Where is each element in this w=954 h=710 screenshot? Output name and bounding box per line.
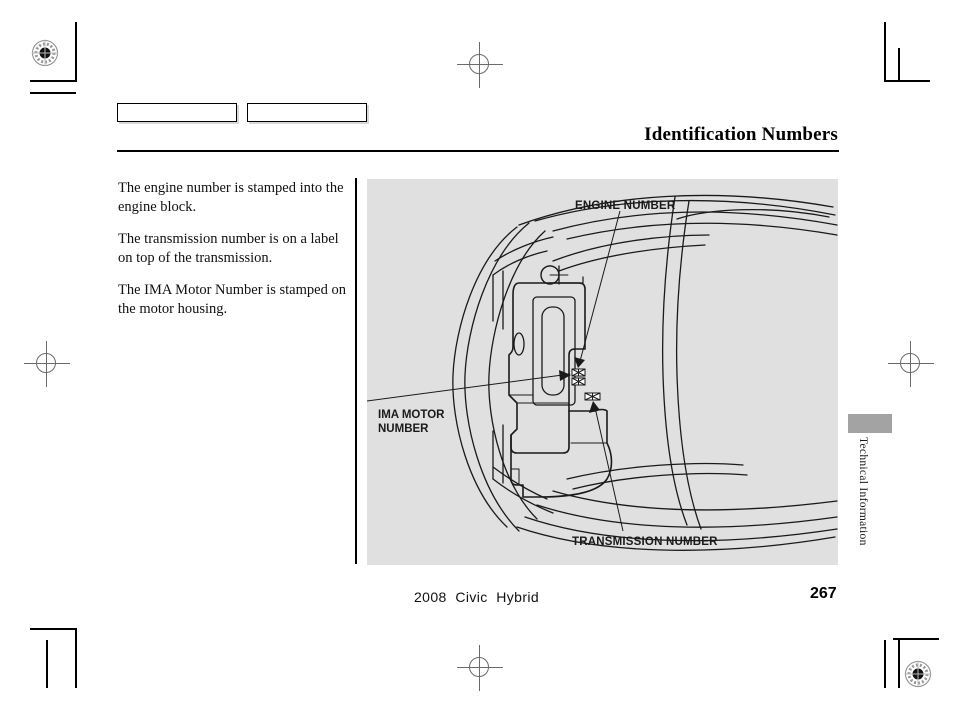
crop-mark-bottom-right-outer bbox=[884, 640, 886, 688]
crop-mark-top-right-horizontal bbox=[884, 80, 930, 82]
body-paragraph-transmission: The transmission number is on a label on… bbox=[118, 231, 339, 266]
crop-mark-top-left-bleed bbox=[30, 92, 76, 94]
crop-mark-bottom-right-horizontal bbox=[893, 638, 939, 640]
crop-mark-bottom-left-vertical bbox=[75, 628, 77, 688]
registration-cross-right-middle bbox=[888, 341, 934, 387]
registration-cross-bottom-center bbox=[457, 645, 503, 691]
callout-engine-number: ENGINE NUMBER bbox=[575, 200, 676, 212]
body-paragraph-ima-motor: The IMA Motor Number is stamped on the m… bbox=[118, 282, 346, 317]
crop-mark-bottom-left-horizontal bbox=[30, 628, 76, 630]
body-paragraph-engine: The engine number is stamped into the en… bbox=[118, 180, 344, 215]
title-rule bbox=[117, 150, 839, 152]
crop-mark-bottom-right-vertical bbox=[898, 640, 900, 688]
footer-page-number: 267 bbox=[810, 585, 837, 602]
manual-page: Identification Numbers The engine number… bbox=[0, 0, 954, 710]
section-thumb-tab bbox=[848, 414, 892, 433]
crop-mark-bottom-left-inner bbox=[46, 640, 48, 688]
footer-model-name: 2008 Civic Hybrid bbox=[414, 589, 540, 605]
header-tab-1[interactable] bbox=[117, 103, 237, 122]
column-divider-rule bbox=[355, 178, 357, 564]
registration-cross-left-middle bbox=[24, 341, 70, 387]
crop-mark-top-left-vertical bbox=[75, 22, 77, 82]
section-thumb-label: Technical Information bbox=[857, 437, 869, 546]
callout-ima-motor-number: IMA MOTOR NUMBER bbox=[378, 409, 445, 436]
registration-target-top-left bbox=[31, 39, 59, 67]
engine-bay-illustration bbox=[367, 194, 838, 551]
crop-mark-top-left-horizontal bbox=[30, 80, 76, 82]
crop-mark-top-right-inner bbox=[898, 48, 900, 82]
registration-target-bottom-right bbox=[904, 660, 932, 688]
registration-cross-top-center bbox=[457, 42, 503, 88]
crop-mark-top-right-vertical bbox=[884, 22, 886, 82]
page-title: Identification Numbers bbox=[644, 124, 838, 145]
callout-transmission-number: TRANSMISSION NUMBER bbox=[572, 536, 718, 548]
engine-bay-figure: ENGINE NUMBER IMA MOTOR NUMBER TRANSMISS… bbox=[367, 179, 838, 565]
header-tab-2[interactable] bbox=[247, 103, 367, 122]
body-text-column: The engine number is stamped into the en… bbox=[118, 179, 346, 332]
